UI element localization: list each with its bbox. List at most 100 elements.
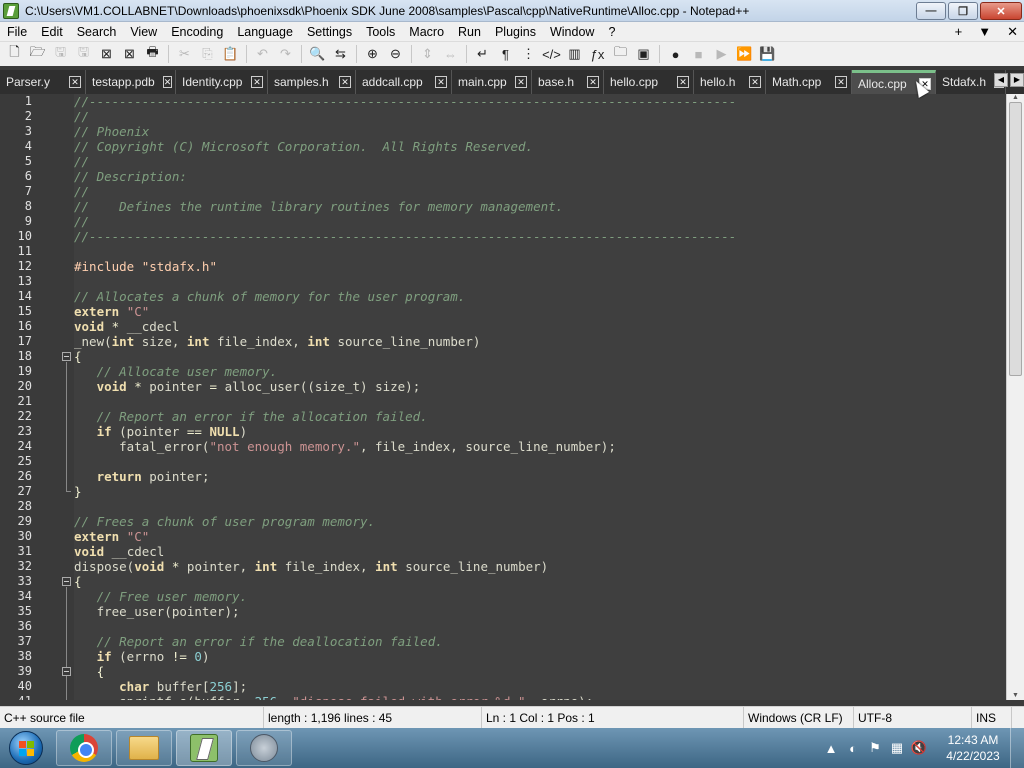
doc-map-icon[interactable]: ▥: [564, 44, 585, 64]
code-line[interactable]: void __cdecl: [74, 544, 164, 559]
show-desktop-button[interactable]: [1010, 728, 1024, 768]
code-line[interactable]: // Description:: [74, 169, 187, 184]
code-line[interactable]: extern "C": [74, 529, 149, 544]
tab-identity-cpp[interactable]: Identity.cpp ✕: [176, 70, 268, 94]
code-line[interactable]: if (pointer == NULL): [74, 424, 248, 439]
folder-workspace-icon[interactable]: 🗀: [610, 44, 631, 64]
taskbar-other-app[interactable]: [236, 730, 292, 766]
menu-plugins[interactable]: Plugins: [488, 22, 543, 42]
code-line[interactable]: // Frees a chunk of user program memory.: [74, 514, 375, 529]
code-line[interactable]: {: [74, 574, 82, 589]
taskbar-notepadpp[interactable]: [176, 730, 232, 766]
menu-view[interactable]: View: [123, 22, 164, 42]
code-line[interactable]: sprintf_s(buffer, 256, "dispose failed w…: [74, 694, 593, 700]
code-line[interactable]: // Phoenix: [74, 124, 149, 139]
lang-icon[interactable]: </>: [541, 44, 562, 64]
action-center-flag-icon[interactable]: ⚑: [864, 739, 886, 757]
maximize-button[interactable]: ❐: [948, 2, 978, 20]
code-line[interactable]: if (errno != 0): [74, 649, 210, 664]
tab-close-icon[interactable]: ✕: [339, 76, 351, 88]
tab-samples-h[interactable]: samples.h ✕: [268, 70, 356, 94]
scroll-up-arrow-icon[interactable]: ▲: [1010, 94, 1021, 102]
tab-close-icon[interactable]: ✕: [749, 76, 761, 88]
fold-toggle-icon[interactable]: [62, 667, 71, 676]
code-line[interactable]: return pointer;: [74, 469, 210, 484]
tab-close-icon[interactable]: ✕: [251, 76, 263, 88]
tab-parser-y[interactable]: Parser.y ✕: [0, 70, 86, 94]
tab-scroll-left-icon[interactable]: ◀: [994, 73, 1008, 87]
new-tab-icon[interactable]: +: [955, 22, 963, 42]
code-line[interactable]: {: [74, 664, 105, 679]
code-line[interactable]: #include "stdafx.h": [74, 259, 217, 274]
tab-close-icon[interactable]: ✕: [69, 76, 81, 88]
code-line[interactable]: //: [74, 214, 89, 229]
tab-math-cpp[interactable]: Math.cpp ✕: [766, 70, 852, 94]
code-line[interactable]: void * pointer = alloc_user((size_t) siz…: [74, 379, 421, 394]
taskbar-chrome[interactable]: [56, 730, 112, 766]
copy-icon[interactable]: ⎘: [197, 44, 218, 64]
indent-guide-icon[interactable]: ⋮: [518, 44, 539, 64]
code-line[interactable]: {: [74, 349, 82, 364]
sync-v-icon[interactable]: ⇕: [417, 44, 438, 64]
fold-toggle-icon[interactable]: [62, 577, 71, 586]
tab-close-icon[interactable]: ✕: [162, 76, 173, 88]
paste-icon[interactable]: 📋: [220, 44, 241, 64]
tab-hello-h[interactable]: hello.h ✕: [694, 70, 766, 94]
zoom-out-icon[interactable]: ⊖: [385, 44, 406, 64]
menu-search[interactable]: Search: [70, 22, 124, 42]
close-doc-icon[interactable]: ✕: [1007, 22, 1018, 42]
cut-icon[interactable]: ✂: [174, 44, 195, 64]
scrollbar-thumb[interactable]: [1009, 102, 1022, 376]
zoom-in-icon[interactable]: ⊕: [362, 44, 383, 64]
status-encoding[interactable]: UTF-8: [854, 706, 972, 729]
redo-icon[interactable]: ↷: [275, 44, 296, 64]
find-icon[interactable]: 🔍: [307, 44, 328, 64]
wrap-icon[interactable]: ↵: [472, 44, 493, 64]
code-line[interactable]: _new(int size, int file_index, int sourc…: [74, 334, 480, 349]
close-all-icon[interactable]: ⊠: [119, 44, 140, 64]
code-line[interactable]: // Allocate user memory.: [74, 364, 278, 379]
code-line[interactable]: //--------------------------------------…: [74, 229, 736, 244]
code-line[interactable]: //--------------------------------------…: [74, 94, 736, 109]
display-icon[interactable]: ▦: [886, 739, 908, 757]
code-line[interactable]: //: [74, 154, 89, 169]
taskbar-clock[interactable]: 12:43 AM 4/22/2023: [936, 732, 1010, 764]
menu-macro[interactable]: Macro: [402, 22, 451, 42]
tab-close-icon[interactable]: ✕: [587, 76, 599, 88]
code-editor[interactable]: 1 2 3 4 5 6 7 8 9 10 11 12 13 14 15 16 17 18 19 20 21 22 23 24 2…: [0, 94, 1024, 700]
menu-settings[interactable]: Settings: [300, 22, 359, 42]
close-button[interactable]: ✕: [980, 2, 1022, 20]
code-line[interactable]: fatal_error("not enough memory.", file_i…: [74, 439, 616, 454]
volume-muted-icon[interactable]: 🔇: [908, 739, 930, 757]
stop-icon[interactable]: ■: [688, 44, 709, 64]
tab-main-cpp[interactable]: main.cpp ✕: [452, 70, 532, 94]
code-line[interactable]: // Report an error if the allocation fai…: [74, 409, 428, 424]
fold-toggle-icon[interactable]: [62, 352, 71, 361]
menu-language[interactable]: Language: [230, 22, 300, 42]
code-line[interactable]: void * __cdecl: [74, 319, 179, 334]
play-icon[interactable]: ▶: [711, 44, 732, 64]
print-icon[interactable]: 🖶: [142, 44, 163, 64]
menu-file[interactable]: File: [0, 22, 34, 42]
tab-base-h[interactable]: base.h ✕: [532, 70, 604, 94]
code-line[interactable]: // Report an error if the deallocation f…: [74, 634, 443, 649]
sync-h-icon[interactable]: ⇔: [440, 44, 461, 64]
replace-icon[interactable]: ⇆: [330, 44, 351, 64]
code-line[interactable]: }: [74, 484, 82, 499]
undo-icon[interactable]: ↶: [252, 44, 273, 64]
save-all-icon[interactable]: 🖫: [73, 44, 94, 64]
all-chars-icon[interactable]: ¶: [495, 44, 516, 64]
network-icon[interactable]: ◐: [842, 739, 864, 757]
save-icon[interactable]: 🖫: [50, 44, 71, 64]
tab-testapp-pdb[interactable]: testapp.pdb ✕: [86, 70, 176, 94]
close-icon[interactable]: ⊠: [96, 44, 117, 64]
minimize-button[interactable]: —: [916, 2, 946, 20]
start-button[interactable]: [0, 728, 52, 768]
menu-help[interactable]: ?: [601, 22, 622, 42]
tab-scroll-right-icon[interactable]: ▶: [1010, 73, 1024, 87]
monitor-icon[interactable]: ▣: [633, 44, 654, 64]
code-line[interactable]: // Copyright (C) Microsoft Corporation. …: [74, 139, 533, 154]
code-line[interactable]: free_user(pointer);: [74, 604, 240, 619]
status-eol[interactable]: Windows (CR LF): [744, 706, 854, 729]
tab-list-icon[interactable]: ▼: [978, 22, 991, 42]
